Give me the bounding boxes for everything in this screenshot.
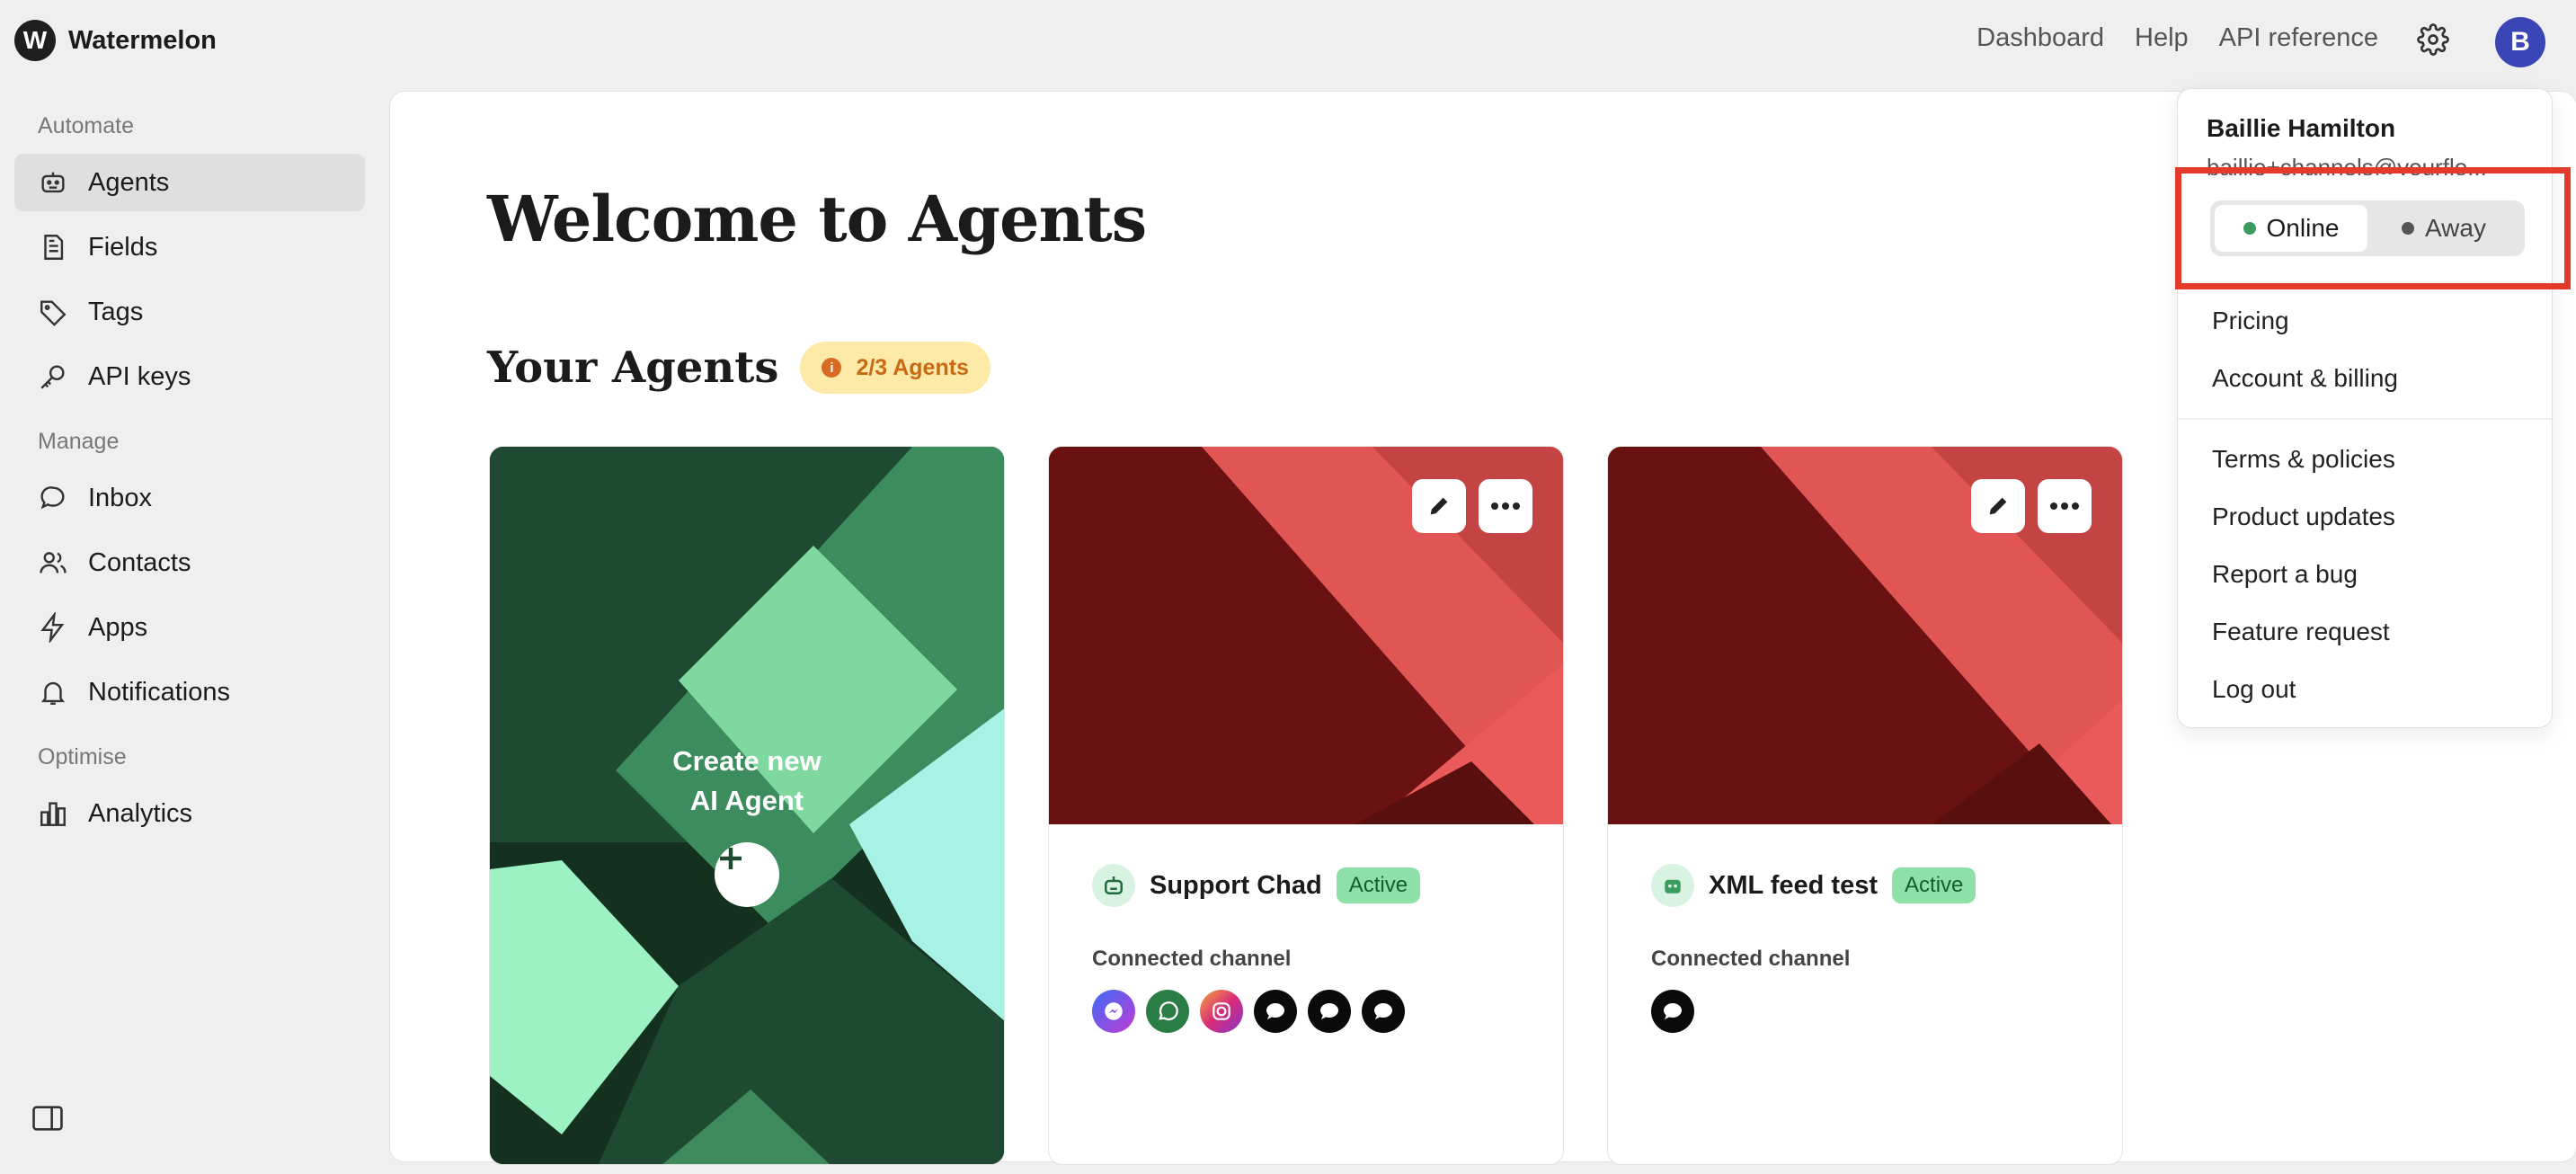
plus-icon[interactable] [715, 842, 779, 907]
nav-dashboard-link[interactable]: Dashboard [1976, 23, 2104, 53]
chat-channel-icon [1651, 990, 1694, 1033]
chat-icon [40, 486, 65, 510]
logo-mark: W [14, 20, 56, 61]
agent-card-body: XML feed test Active Connected channel [1651, 864, 2104, 1033]
agent-card[interactable]: Support Chad Active Connected channel [1048, 446, 1564, 1165]
sidebar-toggle-icon[interactable] [31, 1103, 65, 1134]
chat-channel-icon [1362, 990, 1405, 1033]
agent-icon [41, 172, 65, 193]
status-badge: Active [1336, 867, 1421, 903]
chat-channel-icon [1308, 990, 1351, 1033]
nav-api-reference-link[interactable]: API reference [2219, 23, 2378, 53]
key-icon [40, 365, 65, 389]
card-actions [1412, 479, 1532, 533]
sidebar-item-label: API keys [88, 361, 191, 391]
section-automate: Automate [38, 113, 135, 138]
create-agent-card[interactable]: Create new AI Agent [489, 446, 1005, 1165]
connected-channel-label: Connected channel [1651, 947, 1851, 971]
bolt-icon [40, 612, 65, 643]
bell-icon [40, 681, 66, 705]
channel-list [1092, 990, 1545, 1033]
menu-item-log-out[interactable]: Log out [2212, 675, 2296, 704]
sidebar-item-contacts[interactable]: Contacts [14, 534, 365, 591]
agent-avatar-icon [1092, 864, 1135, 907]
sidebar-item-label: Tags [88, 297, 144, 326]
messenger-icon [1092, 990, 1135, 1033]
status-badge: Active [1892, 867, 1976, 903]
users-icon [40, 552, 67, 574]
sidebar-item-label: Contacts [88, 547, 191, 577]
agent-name: XML feed test [1709, 870, 1879, 900]
more-icon[interactable] [2038, 479, 2092, 533]
chat-channel-icon [1254, 990, 1297, 1033]
menu-divider [2178, 418, 2552, 420]
agent-quota-text: 2/3 Agents [856, 354, 969, 380]
info-icon: i [822, 358, 842, 378]
agent-quota-badge: i 2/3 Agents [800, 342, 990, 394]
user-avatar[interactable]: B [2495, 17, 2545, 67]
document-icon [44, 235, 64, 260]
create-agent-label: Create new AI Agent [490, 742, 1004, 821]
sidebar-item-analytics[interactable]: Analytics [14, 785, 365, 842]
menu-item-account-billing[interactable]: Account & billing [2212, 364, 2398, 393]
your-agents-header: Your Agents i 2/3 Agents [487, 342, 990, 394]
sidebar-item-fields[interactable]: Fields [14, 218, 365, 276]
menu-item-report-bug[interactable]: Report a bug [2212, 560, 2358, 589]
sidebar-item-notifications[interactable]: Notifications [14, 663, 365, 721]
sidebar-item-tags[interactable]: Tags [14, 283, 365, 341]
agent-card-body: Support Chad Active Connected channel [1092, 864, 1545, 1033]
sidebar: Automate Agents Fields Tags API keys Man… [14, 108, 365, 849]
chart-icon [40, 802, 66, 826]
menu-item-feature-request[interactable]: Feature request [2212, 618, 2390, 646]
section-optimise: Optimise [38, 744, 127, 769]
sidebar-item-label: Apps [88, 612, 148, 642]
menu-user-name: Baillie Hamilton [2207, 114, 2396, 142]
sidebar-item-apps[interactable]: Apps [14, 599, 365, 656]
gear-icon[interactable] [2414, 21, 2452, 58]
sidebar-item-label: Inbox [88, 483, 152, 512]
instagram-icon [1200, 990, 1243, 1033]
sidebar-item-agents[interactable]: Agents [14, 154, 365, 211]
edit-icon[interactable] [1412, 479, 1466, 533]
card-actions [1971, 479, 2092, 533]
top-nav: Dashboard Help API reference [1976, 23, 2378, 53]
create-line-2: AI Agent [689, 785, 804, 816]
section-manage: Manage [38, 429, 120, 454]
more-icon[interactable] [1479, 479, 1532, 533]
sidebar-item-inbox[interactable]: Inbox [14, 469, 365, 527]
agent-card[interactable]: XML feed test Active Connected channel [1607, 446, 2123, 1165]
section-title: Your Agents [487, 342, 779, 393]
menu-item-pricing[interactable]: Pricing [2212, 307, 2289, 335]
highlight-box [2175, 167, 2571, 289]
menu-item-terms[interactable]: Terms & policies [2212, 445, 2395, 474]
create-line-1: Create new [672, 745, 822, 777]
nav-help-link[interactable]: Help [2135, 23, 2189, 53]
app-logo[interactable]: W Watermelon [14, 20, 217, 61]
whatsapp-icon [1146, 990, 1189, 1033]
agent-avatar-icon [1651, 864, 1694, 907]
channel-list [1651, 990, 2104, 1033]
sidebar-item-label: Notifications [88, 677, 230, 707]
edit-icon[interactable] [1971, 479, 2025, 533]
sidebar-item-label: Analytics [88, 798, 193, 828]
tag-icon [40, 300, 67, 326]
sidebar-item-label: Fields [88, 232, 158, 262]
page-title: Welcome to Agents [487, 182, 1147, 256]
sidebar-item-api-keys[interactable]: API keys [14, 348, 365, 405]
sidebar-item-label: Agents [88, 167, 170, 197]
app-name: Watermelon [68, 25, 217, 55]
connected-channel-label: Connected channel [1092, 947, 1292, 971]
menu-item-product-updates[interactable]: Product updates [2212, 503, 2395, 531]
agent-name: Support Chad [1150, 870, 1322, 900]
